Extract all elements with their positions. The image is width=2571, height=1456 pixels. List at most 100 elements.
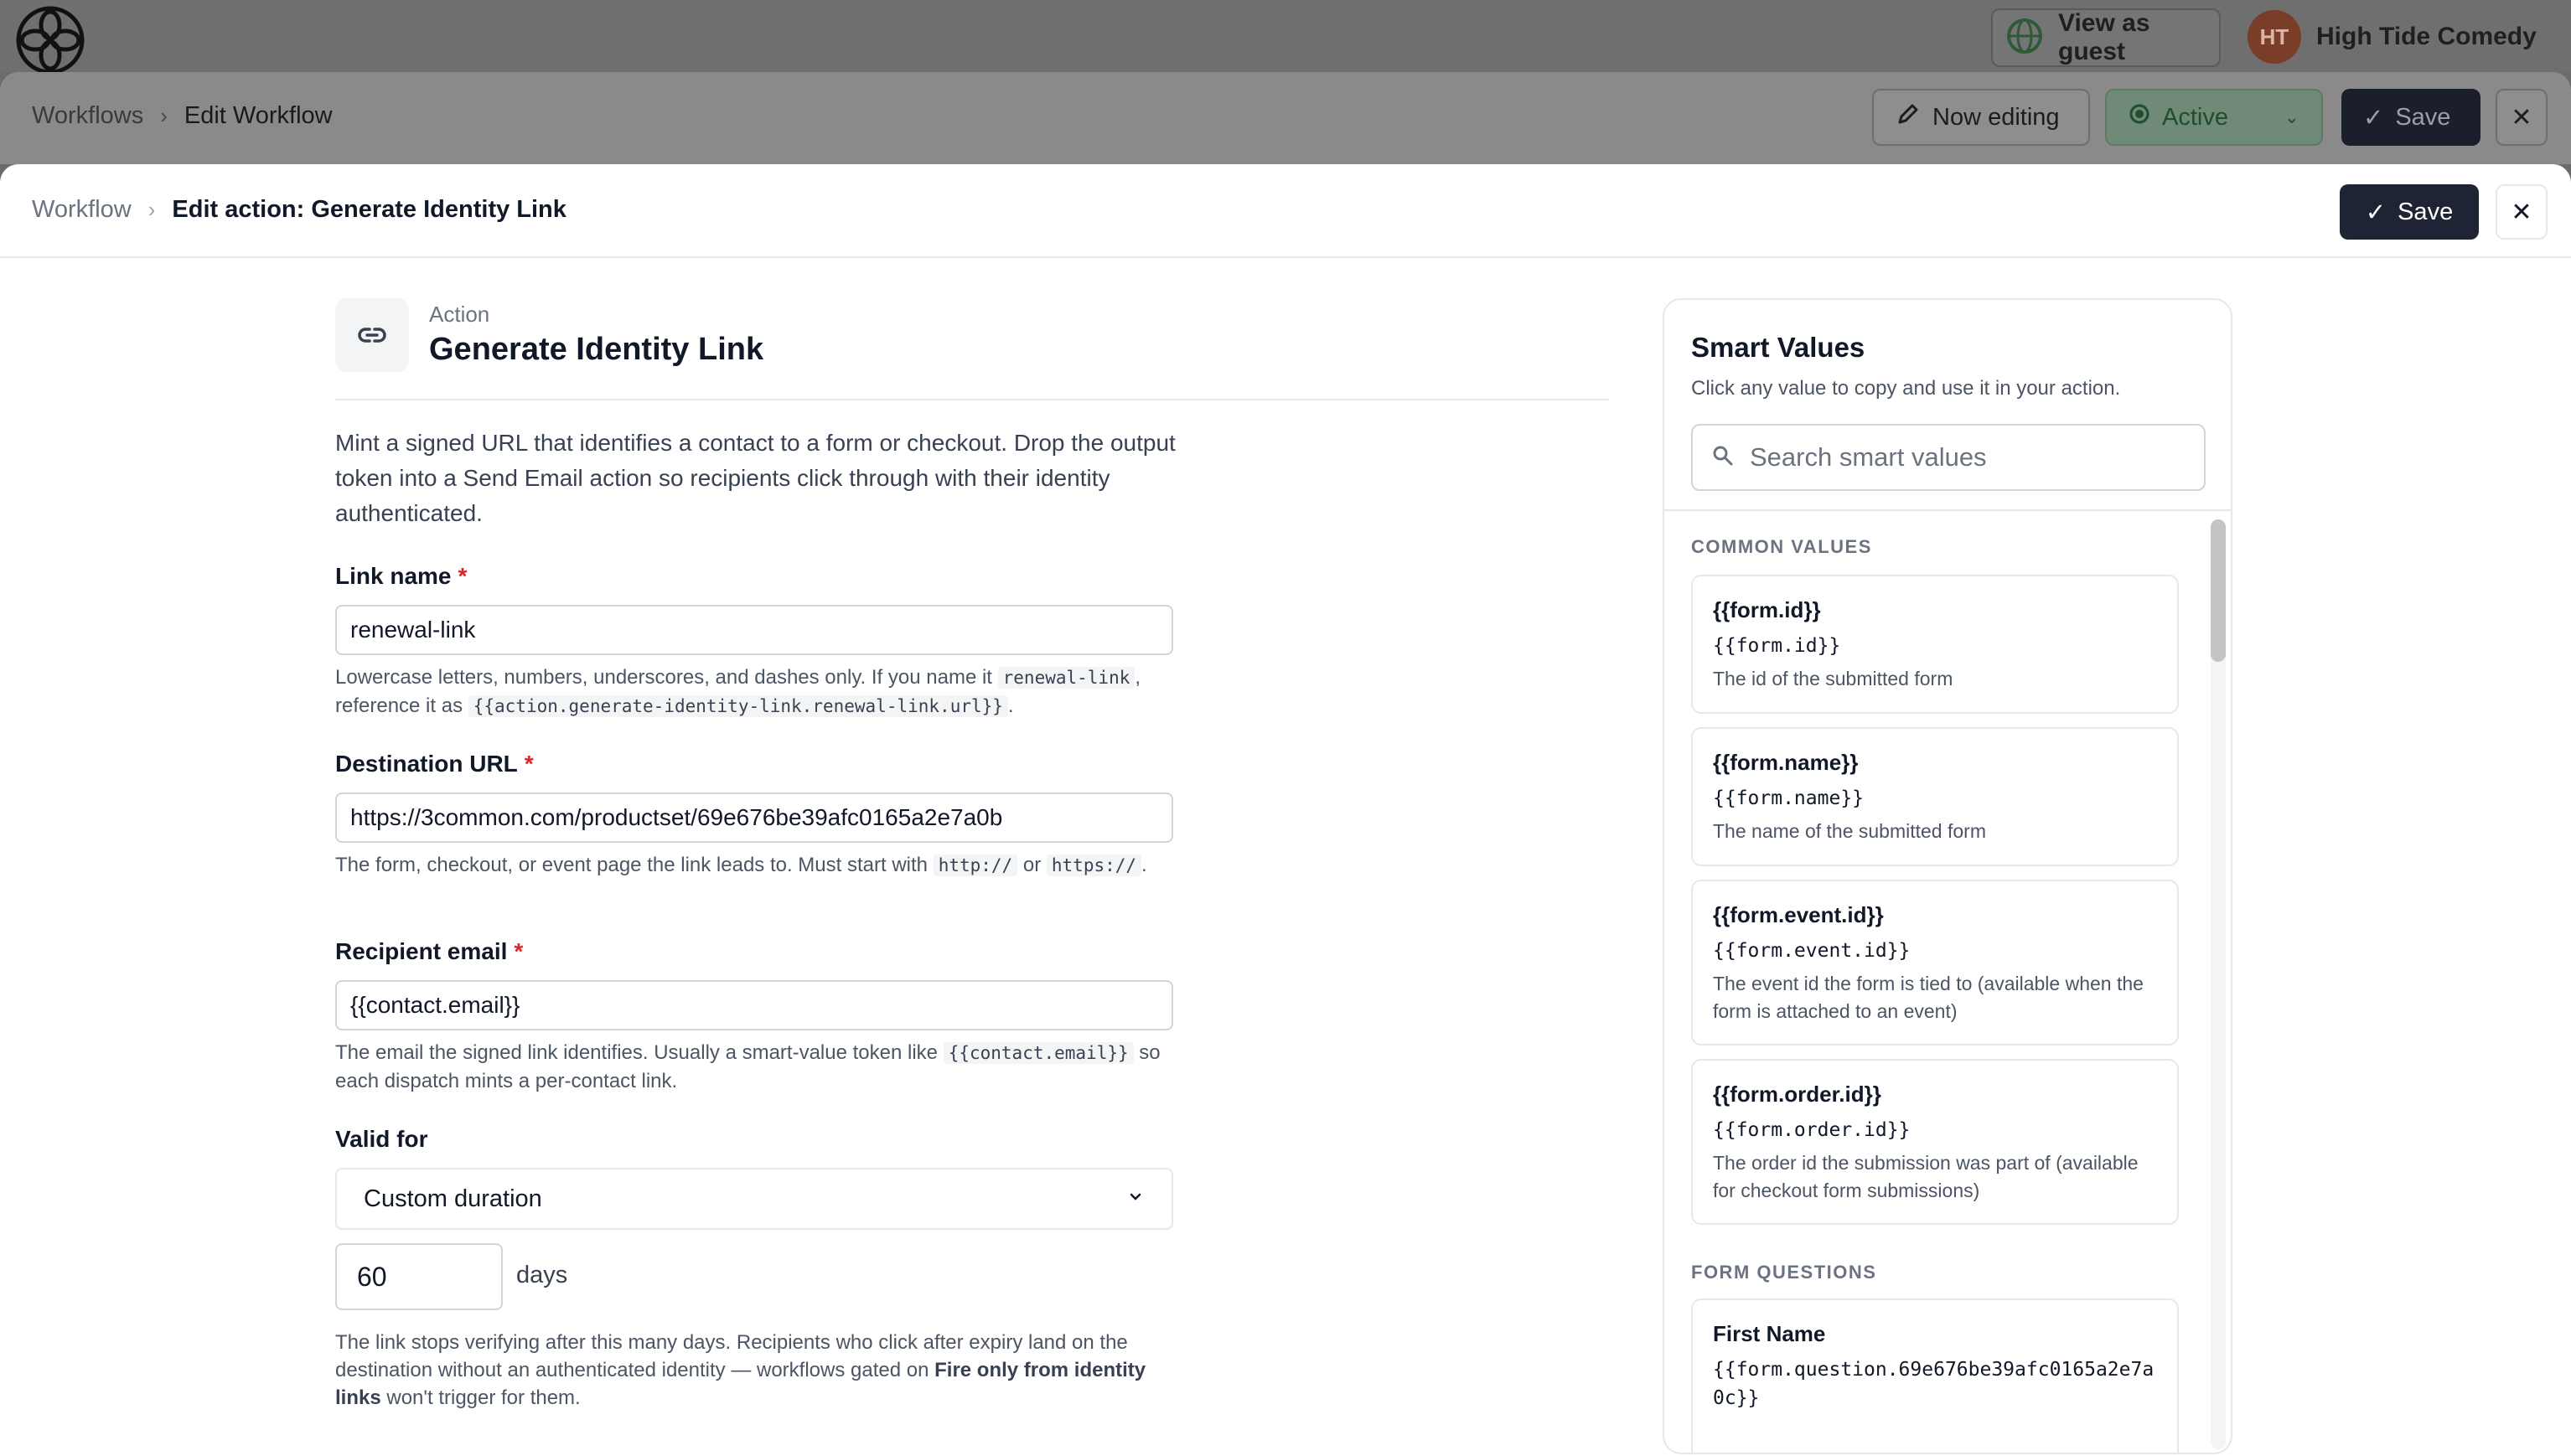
app-header: View as guest HT High Tide Comedy	[0, 0, 2571, 75]
status-label: Active	[2162, 103, 2228, 131]
chevron-right-icon: ›	[160, 103, 168, 128]
link-name-input[interactable]: renewal-link	[335, 605, 1173, 655]
smart-value-card[interactable]: {{form.id}} {{form.id}} The id of the su…	[1691, 575, 2179, 714]
save-workflow-label: Save	[2395, 103, 2451, 131]
section-heading-questions: FORM QUESTIONS	[1691, 1262, 1877, 1283]
smart-value-desc: The name of the submitted form	[1713, 820, 1986, 842]
check-icon: ✓	[2365, 199, 2387, 226]
smart-value-card[interactable]: First Name {{form.question.69e676be39afc…	[1691, 1299, 2179, 1453]
days-input[interactable]: 60	[335, 1243, 503, 1310]
required-mark: *	[458, 563, 468, 589]
recipient-email-input[interactable]: {{contact.email}}	[335, 980, 1173, 1030]
smart-value-desc: The event id the form is tied to (availa…	[1713, 973, 2144, 1022]
help-code: http://	[933, 854, 1018, 876]
smart-values-subtitle: Click any value to copy and use it in yo…	[1691, 377, 2121, 400]
action-description: Mint a signed URL that identifies a cont…	[335, 430, 1176, 526]
smart-value-token: {{form.id}}	[1713, 635, 1841, 657]
required-mark: *	[514, 938, 524, 964]
status-dot-icon	[2129, 103, 2150, 132]
link-icon	[335, 298, 409, 372]
help-code: https://	[1046, 854, 1142, 876]
recipient-email-help: The email the signed link identifies. Us…	[335, 1039, 1173, 1095]
page-title: Generate Identity Link	[429, 332, 764, 367]
org-menu[interactable]: HT High Tide Comedy	[2248, 10, 2537, 64]
smart-value-title: {{form.id}}	[1713, 597, 1821, 622]
edit-action-panel: Workflow › Edit action: Generate Identit…	[0, 164, 2571, 1456]
pencil-icon	[1896, 101, 1921, 133]
smart-value-title: {{form.order.id}}	[1713, 1082, 1881, 1107]
search-input[interactable]	[1750, 442, 2186, 472]
search-icon	[1711, 444, 1735, 472]
close-workflow-button[interactable]: ✕	[2496, 89, 2548, 146]
check-icon: ✓	[2363, 104, 2384, 132]
recipient-email-label-text: Recipient email	[335, 938, 508, 964]
help-code: {{action.generate-identity-link.renewal-…	[468, 695, 1008, 717]
days-unit: days	[516, 1262, 568, 1288]
valid-for-select[interactable]: Custom duration	[335, 1168, 1173, 1230]
breadcrumb-workflow[interactable]: Workflow	[32, 196, 132, 224]
breadcrumb-edit-workflow: Edit Workflow	[184, 102, 333, 129]
scrollbar[interactable]	[2211, 519, 2226, 1449]
close-button[interactable]: ✕	[2496, 184, 2548, 240]
now-editing-label: Now editing	[1932, 103, 2060, 131]
destination-url-help: The form, checkout, or event page the li…	[335, 851, 1173, 880]
org-name: High Tide Comedy	[2316, 23, 2537, 50]
chevron-down-icon: ⌄	[2284, 106, 2299, 127]
help-text: won't trigger for them.	[386, 1386, 581, 1409]
save-label: Save	[2398, 198, 2454, 225]
close-icon: ✕	[2511, 198, 2532, 226]
smart-value-title: {{form.name}}	[1713, 750, 1859, 775]
help-text: Lowercase letters, numbers, underscores,…	[335, 666, 992, 689]
help-text: The email the signed link identifies. Us…	[335, 1041, 939, 1064]
smart-values-panel: Smart Values Click any value to copy and…	[1663, 298, 2232, 1454]
smart-value-token: {{form.name}}	[1713, 787, 1865, 809]
smart-value-token: {{form.order.id}}	[1713, 1119, 1911, 1141]
valid-for-help: The link stops verifying after this many…	[335, 1329, 1173, 1412]
chevron-down-icon	[1126, 1185, 1145, 1213]
destination-url-label: Destination URL *	[335, 751, 534, 777]
save-workflow-button[interactable]: ✓ Save	[2341, 89, 2480, 146]
breadcrumb-workflows[interactable]: Workflows	[32, 102, 143, 130]
action-kicker: Action	[429, 302, 490, 327]
close-icon: ✕	[2511, 103, 2532, 132]
smart-value-desc: The order id the submission was part of …	[1713, 1152, 2139, 1201]
help-text: The form, checkout, or event page the li…	[335, 854, 929, 876]
section-heading-common: COMMON VALUES	[1691, 536, 1872, 557]
valid-for-selected: Custom duration	[364, 1185, 542, 1212]
logo-icon[interactable]	[15, 5, 85, 75]
link-name-help: Lowercase letters, numbers, underscores,…	[335, 663, 1173, 720]
help-text: or	[1022, 854, 1042, 876]
panel-header: Workflow › Edit action: Generate Identit…	[0, 164, 2571, 258]
smart-values-title: Smart Values	[1691, 332, 1865, 363]
chevron-right-icon: ›	[147, 197, 156, 222]
destination-url-label-text: Destination URL	[335, 751, 518, 777]
workflow-header: Workflows › Edit Workflow Now editing Ac…	[0, 72, 2571, 164]
valid-for-label-text: Valid for	[335, 1126, 428, 1152]
breadcrumb: Workflow › Edit action: Generate Identit…	[32, 196, 566, 224]
view-as-guest-button[interactable]: View as guest	[1991, 8, 2221, 67]
smart-value-card[interactable]: {{form.name}} {{form.name}} The name of …	[1691, 727, 2179, 866]
smart-values-search[interactable]	[1691, 424, 2206, 491]
globe-icon	[2006, 18, 2043, 59]
required-mark: *	[524, 751, 534, 777]
link-name-label: Link name *	[335, 563, 467, 590]
help-code: renewal-link	[997, 667, 1135, 689]
breadcrumb-edit-action: Edit action: Generate Identity Link	[172, 196, 566, 223]
scrollbar-thumb[interactable]	[2211, 519, 2226, 662]
now-editing-button[interactable]: Now editing	[1872, 89, 2090, 146]
link-name-label-text: Link name	[335, 563, 452, 589]
destination-url-input[interactable]: https://3common.com/productset/69e676be3…	[335, 793, 1173, 843]
smart-value-title: First Name	[1713, 1321, 1826, 1346]
recipient-email-label: Recipient email *	[335, 938, 523, 965]
valid-for-label: Valid for	[335, 1126, 427, 1153]
breadcrumb: Workflows › Edit Workflow	[32, 102, 333, 130]
smart-values-list[interactable]: COMMON VALUES {{form.id}} {{form.id}} Th…	[1664, 511, 2231, 1453]
avatar: HT	[2248, 10, 2301, 64]
status-select[interactable]: Active ⌄	[2105, 89, 2323, 146]
smart-value-card[interactable]: {{form.order.id}} {{form.order.id}} The …	[1691, 1059, 2179, 1225]
smart-value-desc: The id of the submitted form	[1713, 668, 1953, 689]
smart-value-title: {{form.event.id}}	[1713, 902, 1884, 927]
smart-value-card[interactable]: {{form.event.id}} {{form.event.id}} The …	[1691, 880, 2179, 1046]
save-button[interactable]: ✓ Save	[2340, 184, 2479, 240]
help-text: .	[1007, 694, 1014, 717]
